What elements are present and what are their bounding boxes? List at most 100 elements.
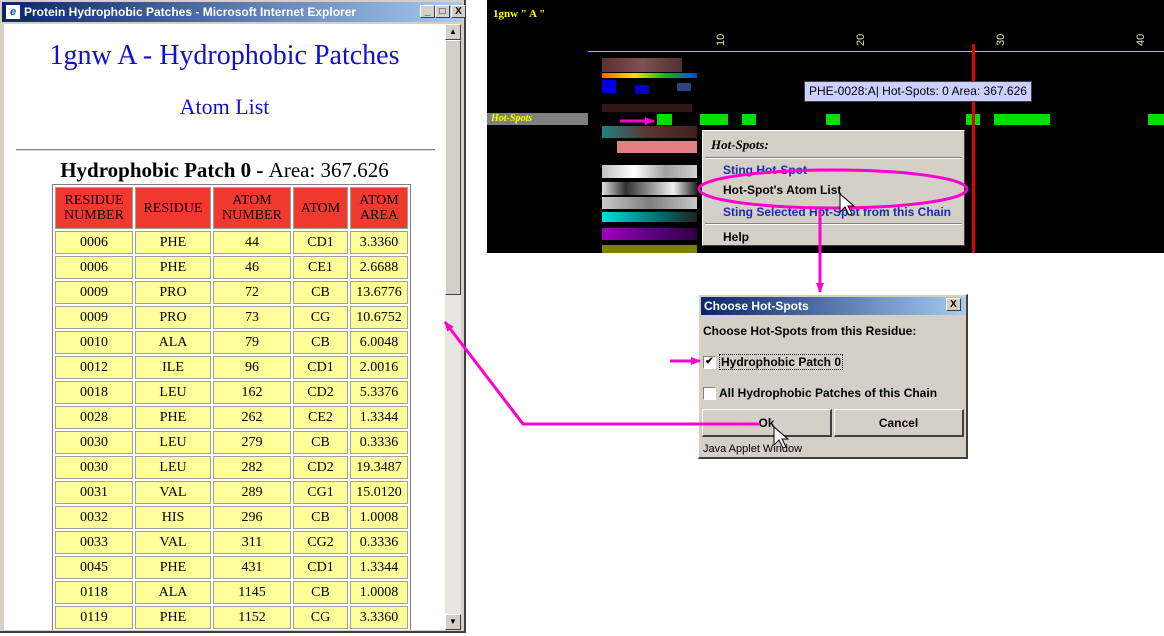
table-row: 0006 PHE 44 CD1 3.3360 xyxy=(55,231,408,254)
property-track xyxy=(602,182,697,195)
cell-residue: PHE xyxy=(135,256,211,279)
col-residue: RESIDUE xyxy=(135,187,211,229)
cell-residue-number: 0010 xyxy=(55,331,133,354)
cell-residue: ILE xyxy=(135,356,211,379)
patch-heading: Hydrophobic Patch 0 - Area: 367.626 xyxy=(4,158,445,183)
minimize-button[interactable]: _ xyxy=(420,5,435,18)
scroll-up-arrow-icon[interactable]: ▲ xyxy=(445,24,461,40)
tick-label-30: 30 xyxy=(995,33,1007,46)
cell-atom-area: 1.3344 xyxy=(350,406,408,429)
cell-residue: PRO xyxy=(135,306,211,329)
cell-residue: VAL xyxy=(135,481,211,504)
col-atom-number: ATOM NUMBER xyxy=(213,187,291,229)
hot-spot-block[interactable] xyxy=(826,114,840,125)
option-all-patches[interactable]: All Hydrophobic Patches of this Chain xyxy=(703,386,937,401)
menu-item-atom-list[interactable]: Hot-Spot's Atom List xyxy=(723,183,841,197)
cell-atom: CB xyxy=(293,331,348,354)
property-track xyxy=(602,73,697,78)
menu-item-sting-hot-spot[interactable]: Sting Hot-Spot xyxy=(723,163,807,177)
cell-atom: CG xyxy=(293,306,348,329)
table-header-row: RESIDUE NUMBER RESIDUE ATOM NUMBER ATOM … xyxy=(55,187,408,229)
cell-atom-number: 72 xyxy=(213,281,291,304)
cell-atom: CD1 xyxy=(293,231,348,254)
menu-separator xyxy=(705,157,962,159)
cell-atom-number: 282 xyxy=(213,456,291,479)
cancel-button[interactable]: Cancel xyxy=(834,409,964,437)
cell-atom-number: 431 xyxy=(213,556,291,579)
property-track xyxy=(602,126,697,138)
patch-heading-area: Area: 367.626 xyxy=(268,158,389,182)
cell-residue-number: 0031 xyxy=(55,481,133,504)
tick-label-40: 40 xyxy=(1135,33,1147,46)
sequence-applet: 1gnw " A " 10 20 30 40 Hot-Spots PHE-002… xyxy=(487,0,1164,253)
cell-residue-number: 0030 xyxy=(55,456,133,479)
cell-residue: LEU xyxy=(135,456,211,479)
menu-item-help[interactable]: Help xyxy=(723,230,749,244)
table-row: 0030 LEU 282 CD2 19.3487 xyxy=(55,456,408,479)
option-patch-0-label: Hydrophobic Patch 0 xyxy=(719,354,844,370)
cell-atom: CG xyxy=(293,606,348,629)
cell-residue: LEU xyxy=(135,381,211,404)
atom-table: RESIDUE NUMBER RESIDUE ATOM NUMBER ATOM … xyxy=(52,184,411,630)
table-row: 0028 PHE 262 CE2 1.3344 xyxy=(55,406,408,429)
cell-atom-number: 262 xyxy=(213,406,291,429)
chain-label: 1gnw " A " xyxy=(493,8,546,20)
scroll-thumb[interactable] xyxy=(445,40,461,295)
menu-item-sting-selected[interactable]: Sting Selected Hot-Spot from this Chain xyxy=(723,205,951,219)
ie-window: e Protein Hydrophobic Patches - Microsof… xyxy=(0,0,466,633)
scroll-down-arrow-icon[interactable]: ▼ xyxy=(445,614,461,630)
maximize-button[interactable]: □ xyxy=(435,5,450,18)
vertical-scrollbar[interactable]: ▲ ▼ xyxy=(445,24,461,630)
cell-atom: CD1 xyxy=(293,556,348,579)
cell-atom-number: 44 xyxy=(213,231,291,254)
page-content: 1gnw A - Hydrophobic Patches Atom List H… xyxy=(4,24,445,630)
cell-residue: ALA xyxy=(135,581,211,604)
cell-atom-number: 296 xyxy=(213,506,291,529)
tick-label-20: 20 xyxy=(855,33,867,46)
cell-atom-area: 1.0008 xyxy=(350,581,408,604)
residue-tooltip: PHE-0028:A| Hot-Spots: 0 Area: 367.626 xyxy=(804,81,1032,102)
hot-spot-block[interactable] xyxy=(700,114,728,125)
cell-atom-number: 1152 xyxy=(213,606,291,629)
cell-residue-number: 0018 xyxy=(55,381,133,404)
ok-button[interactable]: Ok xyxy=(702,409,832,437)
hot-spot-block[interactable] xyxy=(742,114,756,125)
property-track xyxy=(602,104,692,112)
option-patch-0[interactable]: ✔ Hydrophobic Patch 0 xyxy=(703,354,844,370)
cell-atom-number: 1145 xyxy=(213,581,291,604)
ie-titlebar[interactable]: e Protein Hydrophobic Patches - Microsof… xyxy=(2,2,466,22)
cell-residue-number: 0033 xyxy=(55,531,133,554)
checkbox-unchecked-icon[interactable] xyxy=(703,387,716,401)
hot-spot-block[interactable] xyxy=(657,114,672,125)
cell-atom-area: 19.3487 xyxy=(350,456,408,479)
table-row: 0012 ILE 96 CD1 2.0016 xyxy=(55,356,408,379)
checkbox-checked-icon[interactable]: ✔ xyxy=(703,356,716,370)
table-row: 0031 VAL 289 CG1 15.0120 xyxy=(55,481,408,504)
cell-atom-number: 79 xyxy=(213,331,291,354)
cell-residue-number: 0009 xyxy=(55,306,133,329)
hot-spot-block[interactable] xyxy=(1148,114,1164,125)
window-title: Protein Hydrophobic Patches - Microsoft … xyxy=(24,5,357,19)
close-button[interactable]: X xyxy=(451,5,466,18)
cell-atom: CE2 xyxy=(293,406,348,429)
dialog-close-button[interactable]: X xyxy=(946,298,961,311)
table-row: 0018 LEU 162 CD2 5.3376 xyxy=(55,381,408,404)
cell-atom-number: 73 xyxy=(213,306,291,329)
hot-spots-context-menu: Hot-Spots: Sting Hot-Spot Hot-Spot's Ato… xyxy=(702,130,965,246)
tick-label-10: 10 xyxy=(715,33,727,46)
cell-residue-number: 0012 xyxy=(55,356,133,379)
cell-atom-area: 3.3360 xyxy=(350,606,408,629)
property-block xyxy=(602,80,616,93)
cell-atom: CG2 xyxy=(293,531,348,554)
table-row: 0032 HIS 296 CB 1.0008 xyxy=(55,506,408,529)
page-title: 1gnw A - Hydrophobic Patches xyxy=(49,40,400,71)
table-row: 0030 LEU 279 CB 0.3336 xyxy=(55,431,408,454)
hot-spot-block[interactable] xyxy=(994,114,1050,125)
dialog-title[interactable]: Choose Hot-Spots xyxy=(701,297,965,315)
cell-residue: PHE xyxy=(135,406,211,429)
cell-atom-area: 0.3336 xyxy=(350,531,408,554)
table-row: 0119 PHE 1152 CG 3.3360 xyxy=(55,606,408,629)
table-row: 0033 VAL 311 CG2 0.3336 xyxy=(55,531,408,554)
property-block xyxy=(677,83,691,91)
cell-atom-number: 279 xyxy=(213,431,291,454)
